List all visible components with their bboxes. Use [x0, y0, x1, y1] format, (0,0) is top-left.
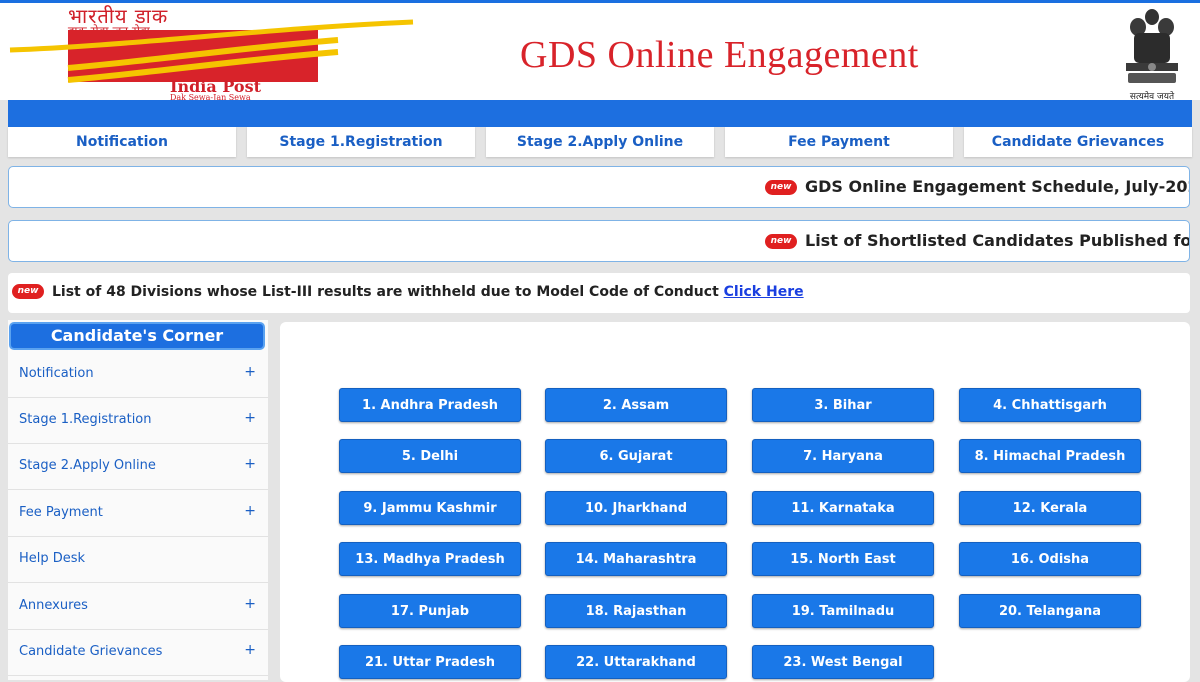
- nav-stage2-apply-online[interactable]: Stage 2.Apply Online: [486, 127, 714, 157]
- sidebar-item-candidate-grievances[interactable]: Candidate Grievances +: [8, 630, 268, 676]
- state-button-bihar[interactable]: 3. Bihar: [752, 388, 934, 422]
- state-button-gujarat[interactable]: 6. Gujarat: [545, 439, 727, 473]
- new-badge-icon: new: [12, 284, 44, 299]
- main-nav: Notification Stage 1.Registration Stage …: [8, 127, 1192, 157]
- sidebar-item-notification[interactable]: Notification +: [8, 352, 268, 398]
- state-button-west-bengal[interactable]: 23. West Bengal: [752, 645, 934, 679]
- lion-capital-emblem-icon: [1126, 9, 1178, 83]
- state-selection-panel: 1. Andhra Pradesh 2. Assam 3. Bihar 4. C…: [280, 322, 1190, 682]
- notice-content: new List of 48 Divisions whose List-III r…: [12, 284, 804, 300]
- state-button-madhya-pradesh[interactable]: 13. Madhya Pradesh: [339, 542, 521, 576]
- sidebar-item-stage2-apply-online[interactable]: Stage 2.Apply Online +: [8, 444, 268, 490]
- marquee-ticker-1: new GDS Online Engagement Schedule, July-…: [8, 166, 1190, 208]
- nav-notification[interactable]: Notification: [8, 127, 236, 157]
- ticker-text-2: List of Shortlisted Candidates Published…: [805, 231, 1190, 250]
- state-button-himachal-pradesh[interactable]: 8. Himachal Pradesh: [959, 439, 1141, 473]
- sidebar-item-label: Fee Payment: [19, 505, 103, 520]
- sidebar-item-label: Stage 1.Registration: [19, 412, 152, 427]
- nav-candidate-grievances[interactable]: Candidate Grievances: [964, 127, 1192, 157]
- candidates-corner-sidebar: Candidate's Corner Notification + Stage …: [8, 320, 268, 680]
- page-title: GDS Online Engagement: [520, 34, 919, 76]
- state-button-tamilnadu[interactable]: 19. Tamilnadu: [752, 594, 934, 628]
- expand-plus-icon: +: [244, 642, 256, 658]
- state-button-odisha[interactable]: 16. Odisha: [959, 542, 1141, 576]
- site-header: भारतीय डाक डाक सेवा-जन सेवा India Post D…: [0, 0, 1200, 102]
- ticker-item[interactable]: new GDS Online Engagement Schedule, July-…: [765, 177, 1190, 196]
- state-button-jammu-kashmir[interactable]: 9. Jammu Kashmir: [339, 491, 521, 525]
- sidebar-item-label: Stage 2.Apply Online: [19, 458, 156, 473]
- state-button-haryana[interactable]: 7. Haryana: [752, 439, 934, 473]
- sidebar-item-stage1-registration[interactable]: Stage 1.Registration +: [8, 398, 268, 444]
- sidebar-item-help-desk[interactable]: Help Desk: [8, 537, 268, 583]
- new-badge-icon: new: [765, 180, 797, 195]
- new-badge-icon: new: [765, 234, 797, 249]
- click-here-link[interactable]: Click Here: [724, 284, 804, 300]
- ticker-text-1: GDS Online Engagement Schedule, July-202…: [805, 177, 1190, 196]
- sidebar-item-label: Candidate Grievances: [19, 644, 163, 659]
- sidebar-item-label: Notification: [19, 366, 94, 381]
- sidebar-item-label: Annexures: [19, 598, 88, 613]
- notice-text: List of 48 Divisions whose List-III resu…: [52, 284, 719, 300]
- nav-stage1-registration[interactable]: Stage 1.Registration: [247, 127, 475, 157]
- notice-bar: new List of 48 Divisions whose List-III r…: [8, 273, 1190, 313]
- sidebar-item-label: Help Desk: [19, 551, 86, 566]
- state-button-north-east[interactable]: 15. North East: [752, 542, 934, 576]
- state-button-andhra-pradesh[interactable]: 1. Andhra Pradesh: [339, 388, 521, 422]
- expand-plus-icon: +: [244, 596, 256, 612]
- sidebar-item-fee-payment[interactable]: Fee Payment +: [8, 491, 268, 537]
- expand-plus-icon: +: [244, 456, 256, 472]
- state-button-punjab[interactable]: 17. Punjab: [339, 594, 521, 628]
- sidebar-item-annexures[interactable]: Annexures +: [8, 584, 268, 630]
- state-button-delhi[interactable]: 5. Delhi: [339, 439, 521, 473]
- marquee-ticker-2: new List of Shortlisted Candidates Publis…: [8, 220, 1190, 262]
- india-post-logo[interactable]: भारतीय डाक डाक सेवा-जन सेवा India Post D…: [8, 6, 414, 102]
- expand-plus-icon: +: [244, 364, 256, 380]
- expand-plus-icon: +: [244, 503, 256, 519]
- state-button-kerala[interactable]: 12. Kerala: [959, 491, 1141, 525]
- national-emblem: सत्यमेव जयते: [1112, 5, 1192, 102]
- state-button-telangana[interactable]: 20. Telangana: [959, 594, 1141, 628]
- state-button-rajasthan[interactable]: 18. Rajasthan: [545, 594, 727, 628]
- expand-plus-icon: +: [244, 410, 256, 426]
- state-button-chhattisgarh[interactable]: 4. Chhattisgarh: [959, 388, 1141, 422]
- state-button-uttarakhand[interactable]: 22. Uttarakhand: [545, 645, 727, 679]
- header-blue-band: [8, 100, 1192, 127]
- sidebar-title: Candidate's Corner: [11, 324, 263, 348]
- state-button-maharashtra[interactable]: 14. Maharashtra: [545, 542, 727, 576]
- state-button-karnataka[interactable]: 11. Karnataka: [752, 491, 934, 525]
- state-button-assam[interactable]: 2. Assam: [545, 388, 727, 422]
- state-button-uttar-pradesh[interactable]: 21. Uttar Pradesh: [339, 645, 521, 679]
- nav-fee-payment[interactable]: Fee Payment: [725, 127, 953, 157]
- ticker-item[interactable]: new List of Shortlisted Candidates Publis…: [765, 231, 1190, 250]
- state-button-jharkhand[interactable]: 10. Jharkhand: [545, 491, 727, 525]
